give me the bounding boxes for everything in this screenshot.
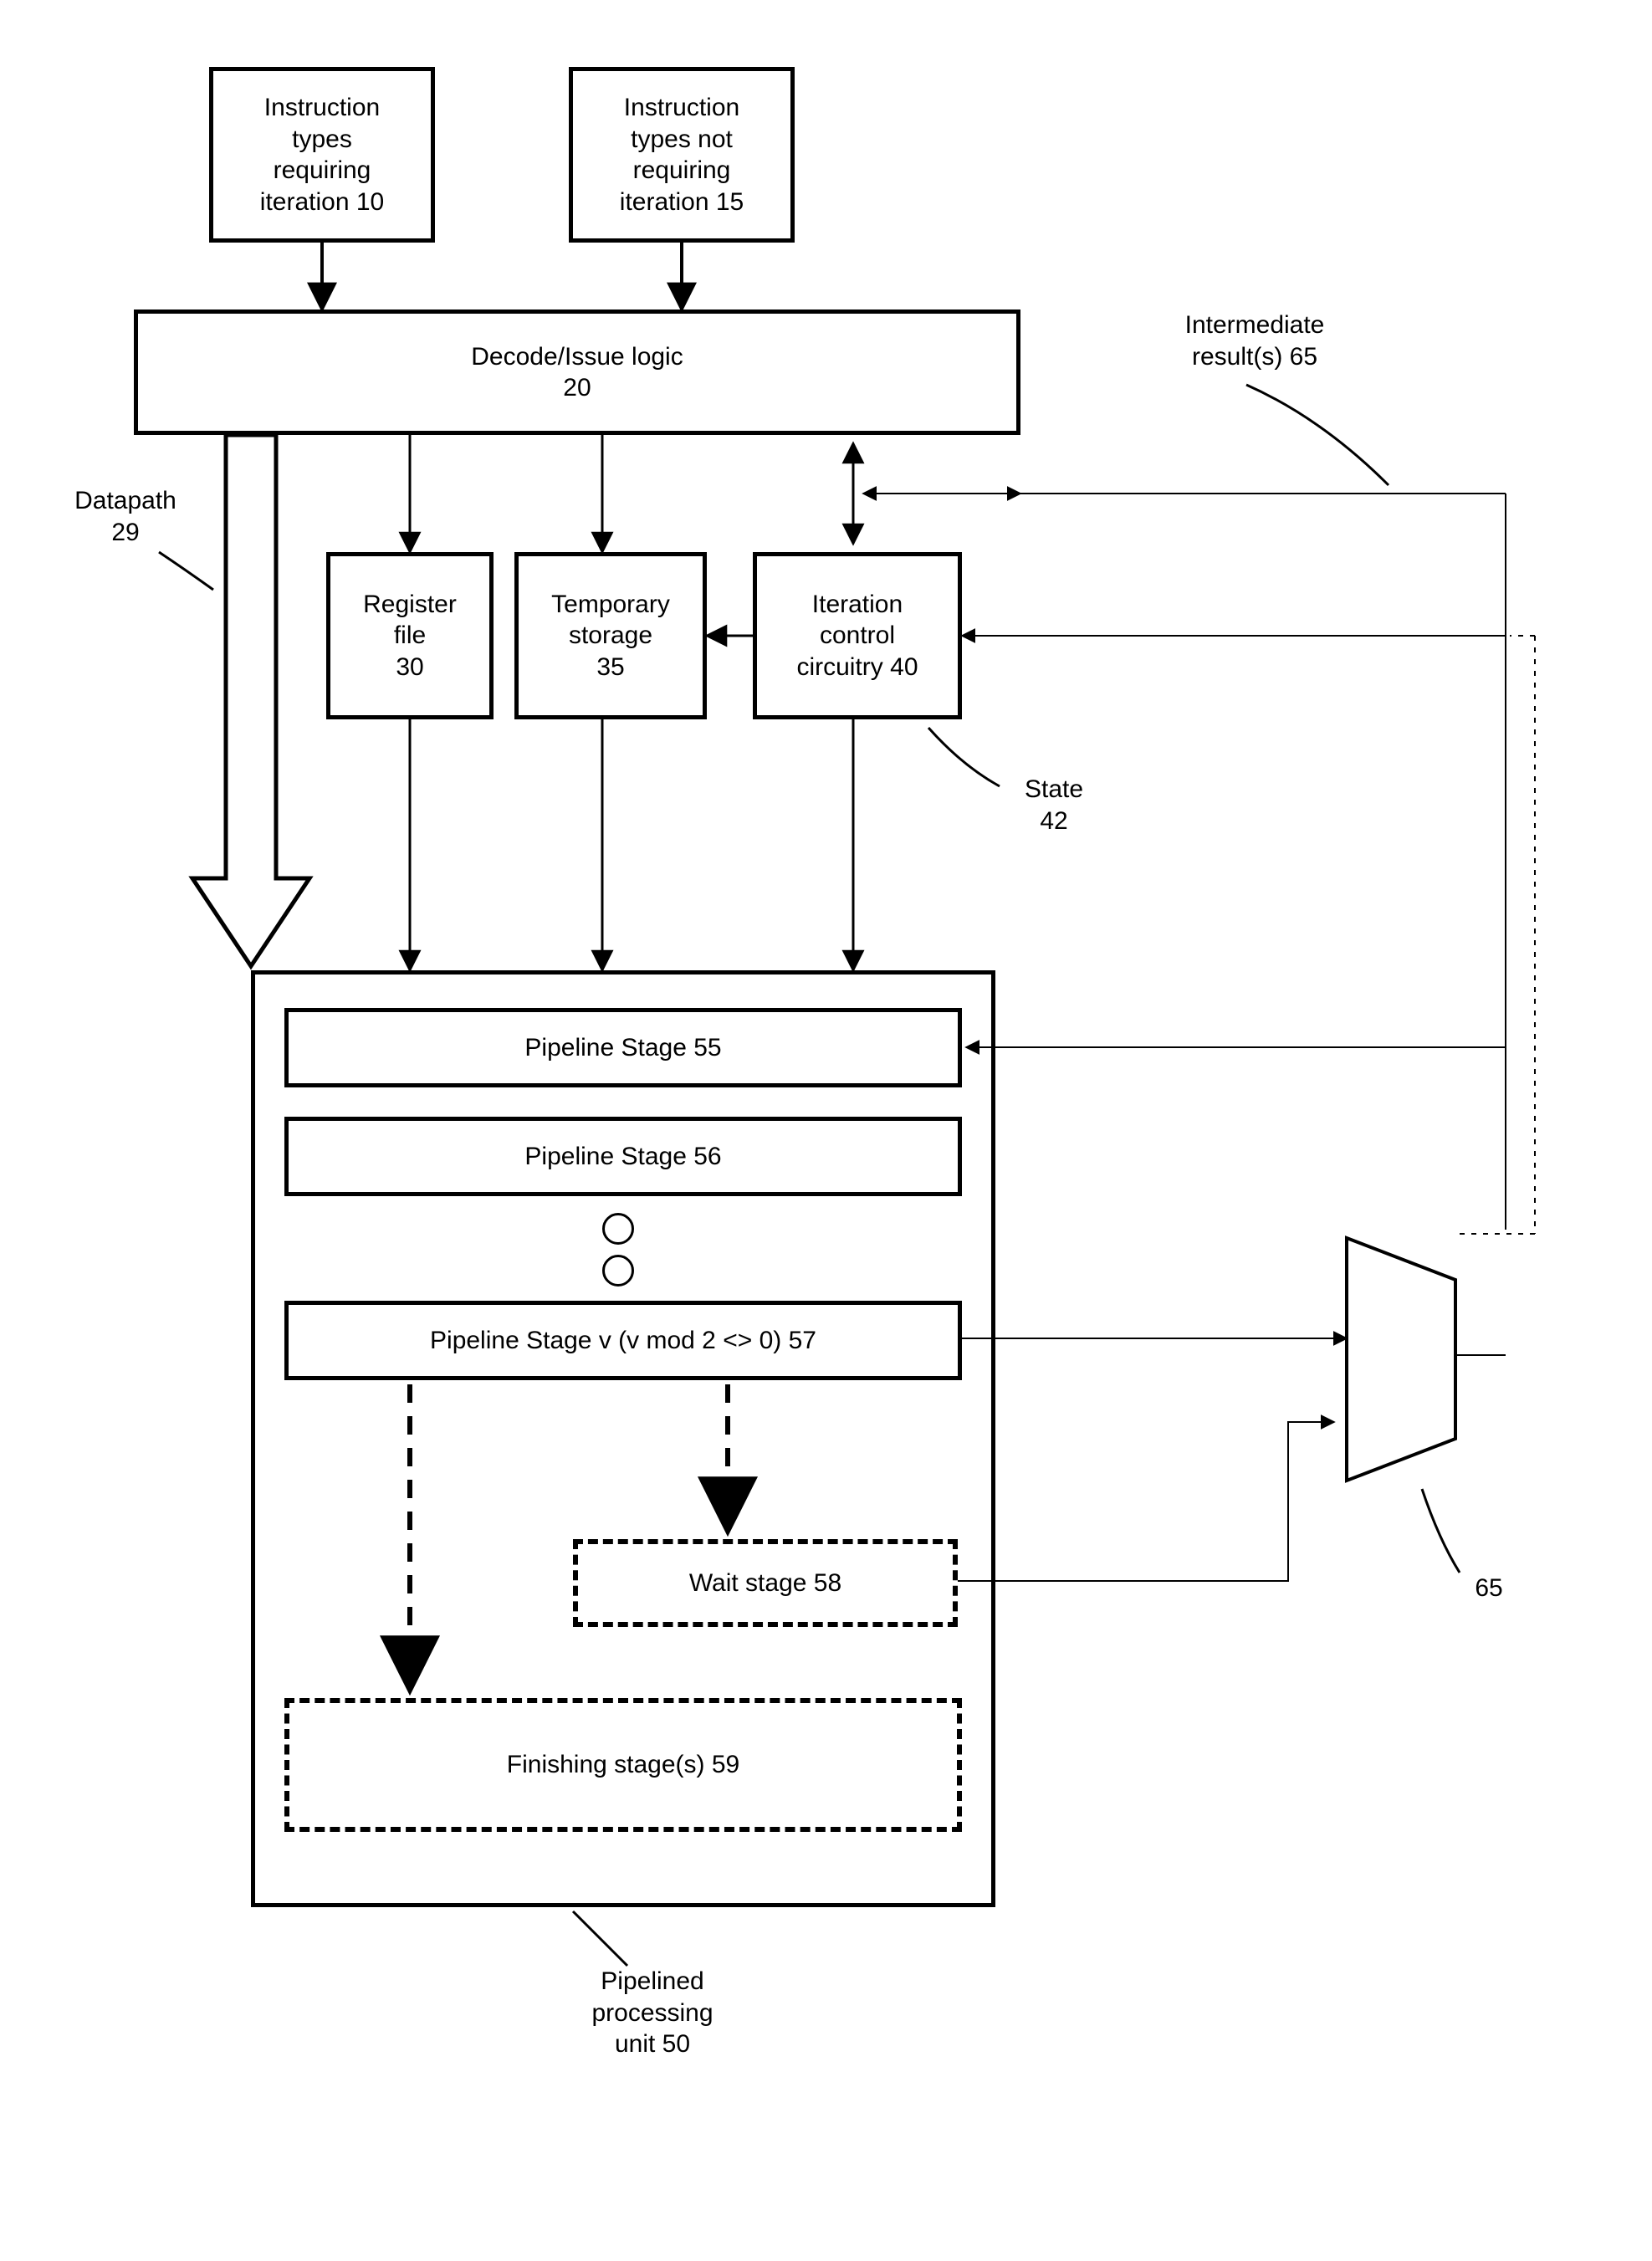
label-mux-65: 65 [1455,1573,1522,1604]
text: Iteration control circuitry 40 [796,589,918,683]
text: Wait stage 58 [689,1568,841,1599]
text: Pipeline Stage 55 [524,1032,721,1064]
box-iteration-control: Iteration control circuitry 40 [753,552,962,719]
text: Instruction types not requiring iteratio… [620,92,744,217]
text: Instruction types requiring iteration 10 [260,92,384,217]
label-state: State 42 [995,774,1112,836]
label-datapath: Datapath 29 [42,485,209,548]
box-register-file: Register file 30 [326,552,494,719]
text: Finishing stage(s) 59 [507,1749,739,1781]
box-decode-issue: Decode/Issue logic 20 [134,309,1020,435]
box-pipeline-stage-56: Pipeline Stage 56 [284,1117,962,1196]
ellipsis-icon [602,1255,634,1287]
text: Pipeline Stage v (v mod 2 <> 0) 57 [430,1325,816,1357]
box-pipeline-stage-55: Pipeline Stage 55 [284,1008,962,1087]
ellipsis-icon [602,1213,634,1245]
text: Pipeline Stage 56 [524,1141,721,1173]
box-finishing-stages: Finishing stage(s) 59 [284,1698,962,1832]
text: Temporary storage 35 [551,589,670,683]
label-pipelined-unit: Pipelined processing unit 50 [535,1966,770,2060]
box-wait-stage: Wait stage 58 [573,1539,958,1627]
box-pipeline-stage-57: Pipeline Stage v (v mod 2 <> 0) 57 [284,1301,962,1380]
text: Decode/Issue logic 20 [471,341,683,404]
text: Register file 30 [363,589,457,683]
diagram-canvas: Instruction types requiring iteration 10… [17,17,1652,2244]
box-temporary-storage: Temporary storage 35 [514,552,707,719]
label-intermediate-results: Intermediate result(s) 65 [1138,309,1372,372]
box-instruction-types-iteration: Instruction types requiring iteration 10 [209,67,435,243]
box-instruction-types-no-iteration: Instruction types not requiring iteratio… [569,67,795,243]
